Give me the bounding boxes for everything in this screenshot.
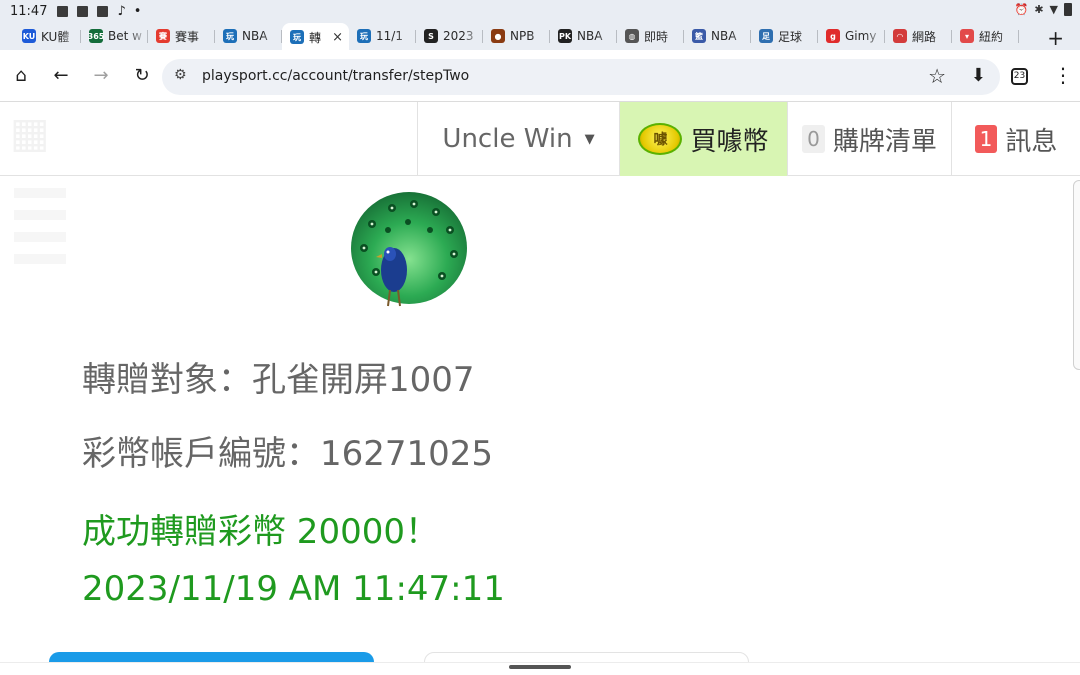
side-panel-edge[interactable]: [1073, 180, 1080, 370]
tab-fade: [597, 23, 617, 49]
tab-favicon-icon: ◍: [625, 29, 639, 43]
tab[interactable]: ▾ 紐約: [952, 23, 1019, 49]
tab[interactable]: KU KU體: [14, 23, 81, 49]
url-text[interactable]: playsport.cc/account/transfer/stepTwo: [202, 68, 469, 84]
notification-icon: [57, 5, 69, 17]
messages-button[interactable]: 1 訊息: [951, 102, 1080, 176]
screen: 11:47 ♪ • ⏰ ✱ ▼ KU KU體 365 Bet w 賽賽事玩 NBA 玩轉 × 玩…: [0, 0, 1080, 675]
home-button[interactable]: ⌂: [9, 64, 33, 88]
bookmark-star-icon[interactable]: ☆: [928, 64, 946, 88]
status-time: 11:47: [10, 3, 48, 19]
caret-down-icon: ▼: [584, 131, 595, 147]
messages-label: 訊息: [1005, 126, 1058, 157]
tab[interactable]: 玩 NBA: [215, 23, 282, 49]
tab-fade: [865, 23, 885, 49]
notification-icon: [97, 5, 109, 17]
user-menu[interactable]: Uncle Win ▼: [417, 102, 619, 176]
tab-favicon-icon: 足: [759, 29, 773, 43]
tab[interactable]: PK NBA: [550, 23, 617, 49]
tab-fade: [932, 23, 952, 49]
alarm-icon: ⏰: [1014, 3, 1029, 16]
tab-fade: [731, 23, 751, 49]
tab[interactable]: 足足球: [751, 23, 818, 49]
tab[interactable]: 365 Bet w: [81, 23, 148, 49]
tab-fade: [463, 23, 483, 49]
tab[interactable]: ● NPB: [483, 23, 550, 49]
coin-icon: 噱: [638, 123, 683, 155]
tab-label: 轉: [309, 30, 322, 45]
tab-strip: KU KU體 365 Bet w 賽賽事玩 NBA 玩轉 × 玩 11/1 S 2023 ● NPB PK N…: [0, 22, 1080, 51]
tab[interactable]: 賽賽事: [148, 23, 215, 49]
site-settings-icon[interactable]: ⚙: [174, 67, 187, 83]
new-tab-button[interactable]: +: [1047, 26, 1064, 50]
tab-favicon-icon: 玩: [290, 30, 304, 44]
tab-favicon-icon: KU: [22, 29, 36, 43]
tab-favicon-icon: ●: [491, 29, 505, 43]
tab-favicon-icon: 玩: [223, 29, 237, 43]
tab-fade: [396, 23, 416, 49]
tab-favicon-icon: 玩: [357, 29, 371, 43]
peacock-avatar: [351, 192, 467, 307]
status-bar: 11:47 ♪ • ⏰ ✱ ▼: [0, 0, 1080, 22]
tab-favicon-icon: PK: [558, 29, 572, 43]
browser-menu-icon[interactable]: ⋮: [1053, 63, 1073, 87]
tab-favicon-icon: ▾: [960, 29, 974, 43]
tab-fade: [664, 23, 684, 49]
username: Uncle Win: [442, 124, 573, 154]
reload-button[interactable]: ↻: [130, 64, 154, 88]
faded-sidebar: [0, 176, 80, 286]
back-button[interactable]: ←: [49, 64, 73, 88]
home-gesture-pill[interactable]: [509, 665, 571, 669]
tab-fade: [195, 23, 215, 49]
buy-coin-button[interactable]: 噱 買噱幣: [619, 102, 787, 176]
wifi-icon: ▼: [1049, 3, 1058, 16]
tab-favicon-icon: g: [826, 29, 840, 43]
tiktok-icon: ♪: [117, 3, 126, 19]
tab-favicon-icon: 賽: [156, 29, 170, 43]
account-number-line: 彩幣帳戶編號：16271025: [82, 434, 494, 474]
message-count-badge: 1: [974, 125, 998, 153]
tab-fade: [128, 23, 148, 49]
battery-icon: [1064, 3, 1072, 16]
notification-dot: •: [133, 3, 142, 19]
address-bar[interactable]: ⚙ playsport.cc/account/transfer/stepTwo …: [162, 59, 1000, 95]
notification-icon: [77, 5, 89, 17]
tab-favicon-icon: 365: [88, 29, 104, 43]
tab-favicon-icon: ◠: [893, 29, 907, 43]
tab-active[interactable]: 玩轉 ×: [282, 23, 349, 51]
cart-count-badge: 0: [802, 125, 825, 153]
browser-toolbar: ⌂ ← → ↻ ⚙ playsport.cc/account/transfer/…: [0, 50, 1080, 102]
tab[interactable]: g Gimy: [818, 23, 885, 49]
cart-label: 購牌清單: [832, 126, 937, 157]
tab-fade: [262, 23, 282, 49]
status-icons: ⏰ ✱ ▼: [1015, 3, 1072, 16]
transfer-timestamp: 2023/11/19 AM 11:47:11: [82, 569, 505, 609]
tab-fade: [530, 23, 550, 49]
tab[interactable]: S 2023: [416, 23, 483, 49]
success-message: 成功轉贈彩幣 20000！: [82, 512, 439, 552]
bluetooth-icon: ✱: [1034, 3, 1044, 16]
site-header: ▦ Uncle Win ▼ 噱 買噱幣 0 購牌清單 1 訊息: [0, 102, 1080, 176]
site-logo[interactable]: ▦: [10, 108, 70, 170]
tab-separator: [1018, 30, 1019, 43]
buy-coin-label: 買噱幣: [690, 126, 769, 157]
transfer-result: 轉贈對象：孔雀開屏1007 彩幣帳戶編號：16271025 成功轉贈彩幣 200…: [0, 176, 1080, 675]
tab-switcher-button[interactable]: 23: [1011, 68, 1028, 85]
tab[interactable]: ◍ 即時: [617, 23, 684, 49]
tab[interactable]: 玩 11/1: [349, 23, 416, 49]
cart-button[interactable]: 0 購牌清單: [787, 102, 951, 176]
tab-fade: [61, 23, 81, 49]
tab-favicon-icon: S: [424, 29, 438, 43]
tab[interactable]: ◠ 網路: [885, 23, 952, 49]
tab-fade: [798, 23, 818, 49]
tab-fade: [999, 23, 1019, 49]
tab-close-icon[interactable]: ×: [332, 30, 343, 45]
forward-button[interactable]: →: [89, 64, 113, 88]
tab[interactable]: 籃 NBA: [684, 23, 751, 49]
tab-favicon-icon: 籃: [692, 29, 706, 43]
recipient-line: 轉贈對象：孔雀開屏1007: [82, 360, 475, 400]
download-icon[interactable]: ⬇: [971, 65, 986, 86]
